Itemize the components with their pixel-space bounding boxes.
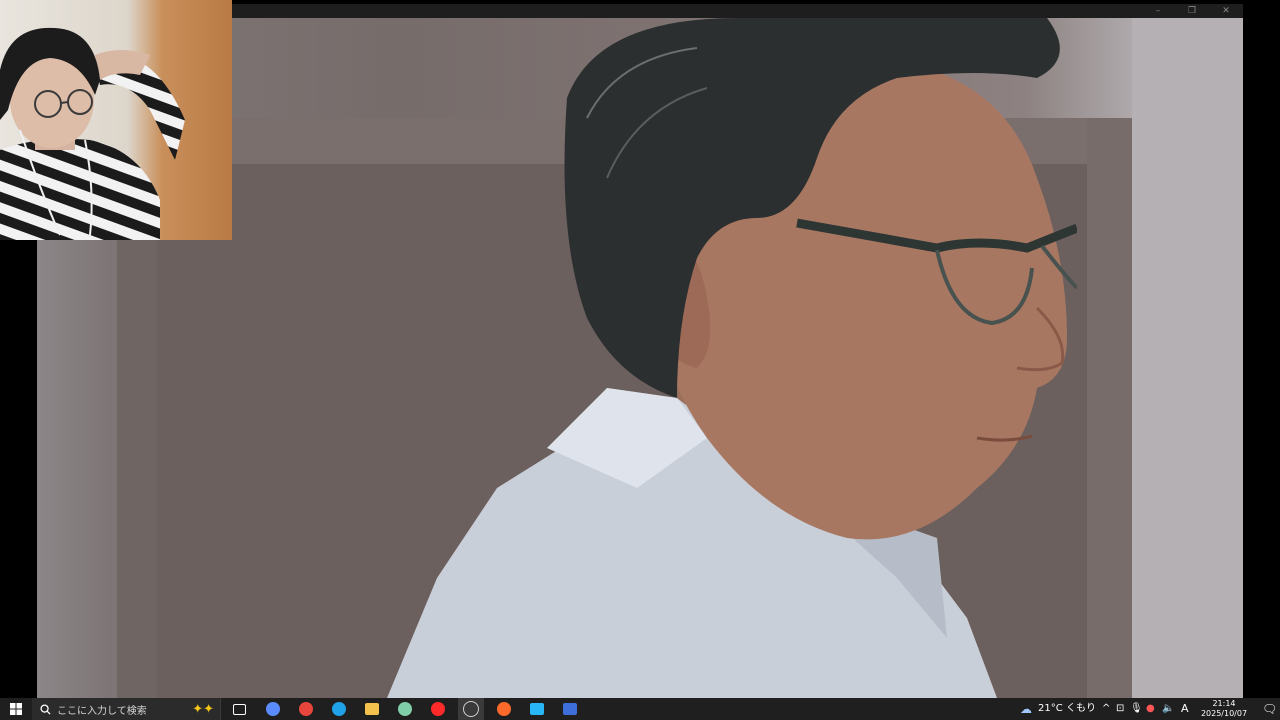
taskbar-app-youtube-music[interactable]	[425, 698, 451, 720]
edge-icon	[332, 702, 346, 716]
chevron-up-icon[interactable]: ^	[1102, 698, 1110, 720]
copilot-sparkle-icon[interactable]: ✦✦	[192, 702, 214, 717]
webcam-overlay	[0, 0, 232, 240]
taskbar-app-ai-app[interactable]	[392, 698, 418, 720]
file-explorer-icon	[365, 703, 379, 715]
desktop-screen: – ❐ ✕ ここに入力して検索 ✦✦ ☁ 21°C くもり ^ ⊡ 🎙 ● 🔈 …	[0, 0, 1280, 720]
clock[interactable]: 21:14 2025/10/07	[1194, 699, 1254, 719]
recorder-icon	[497, 702, 511, 716]
game-launcher-icon	[563, 703, 577, 715]
microphone-icon[interactable]: 🎙	[1130, 698, 1143, 720]
ai-app-icon	[398, 702, 412, 716]
taskbar-app-edge[interactable]	[326, 698, 352, 720]
minimize-button[interactable]: –	[1141, 4, 1175, 18]
search-icon	[40, 703, 51, 715]
door-frame-right	[1087, 118, 1132, 698]
taskbar-app-game-launcher[interactable]	[557, 698, 583, 720]
wall	[1132, 18, 1243, 698]
weather-icon[interactable]: ☁	[1020, 698, 1032, 720]
clock-date: 2025/10/07	[1200, 709, 1248, 718]
volume-icon[interactable]: 🔈	[1162, 698, 1174, 720]
close-button[interactable]: ✕	[1209, 4, 1243, 18]
weather-condition[interactable]: くもり	[1066, 698, 1096, 720]
taskbar-app-file-explorer[interactable]	[359, 698, 385, 720]
copilot-app-icon	[266, 702, 280, 716]
streamer-person	[0, 27, 185, 240]
windows-icon	[10, 703, 22, 715]
obs-studio-icon	[463, 701, 479, 717]
taskbar-app-chrome[interactable]	[293, 698, 319, 720]
character-man-glasses	[387, 18, 1077, 698]
taskbar: ここに入力して検索 ✦✦ ☁ 21°C くもり ^ ⊡ 🎙 ● 🔈 A 21:1…	[0, 698, 1280, 720]
battery-icon[interactable]: ●	[1146, 698, 1155, 720]
youtube-music-icon	[431, 702, 445, 716]
taskbar-app-obs-studio[interactable]	[458, 698, 484, 720]
network-icon[interactable]: ⊡	[1116, 698, 1124, 720]
start-button[interactable]	[0, 698, 32, 720]
system-tray: ☁ 21°C くもり ^ ⊡ 🎙 ● 🔈 A 21:14 2025/10/07 …	[1018, 698, 1280, 720]
clock-time: 21:14	[1212, 699, 1236, 708]
search-placeholder: ここに入力して検索	[57, 705, 147, 717]
taskbar-app-task-view[interactable]	[226, 698, 252, 720]
taskbar-app-capcut[interactable]	[524, 698, 550, 720]
ime-indicator[interactable]: A	[1181, 698, 1189, 720]
chrome-icon	[299, 702, 313, 716]
maximize-button[interactable]: ❐	[1175, 4, 1209, 18]
search-input[interactable]: ここに入力して検索 ✦✦	[32, 698, 221, 720]
task-view-icon	[232, 703, 246, 715]
capcut-icon	[530, 703, 544, 715]
weather-temperature[interactable]: 21°C	[1038, 698, 1063, 720]
notification-icon[interactable]: 🗨	[1262, 698, 1277, 720]
taskbar-app-copilot-app[interactable]	[260, 698, 286, 720]
taskbar-app-recorder[interactable]	[491, 698, 517, 720]
